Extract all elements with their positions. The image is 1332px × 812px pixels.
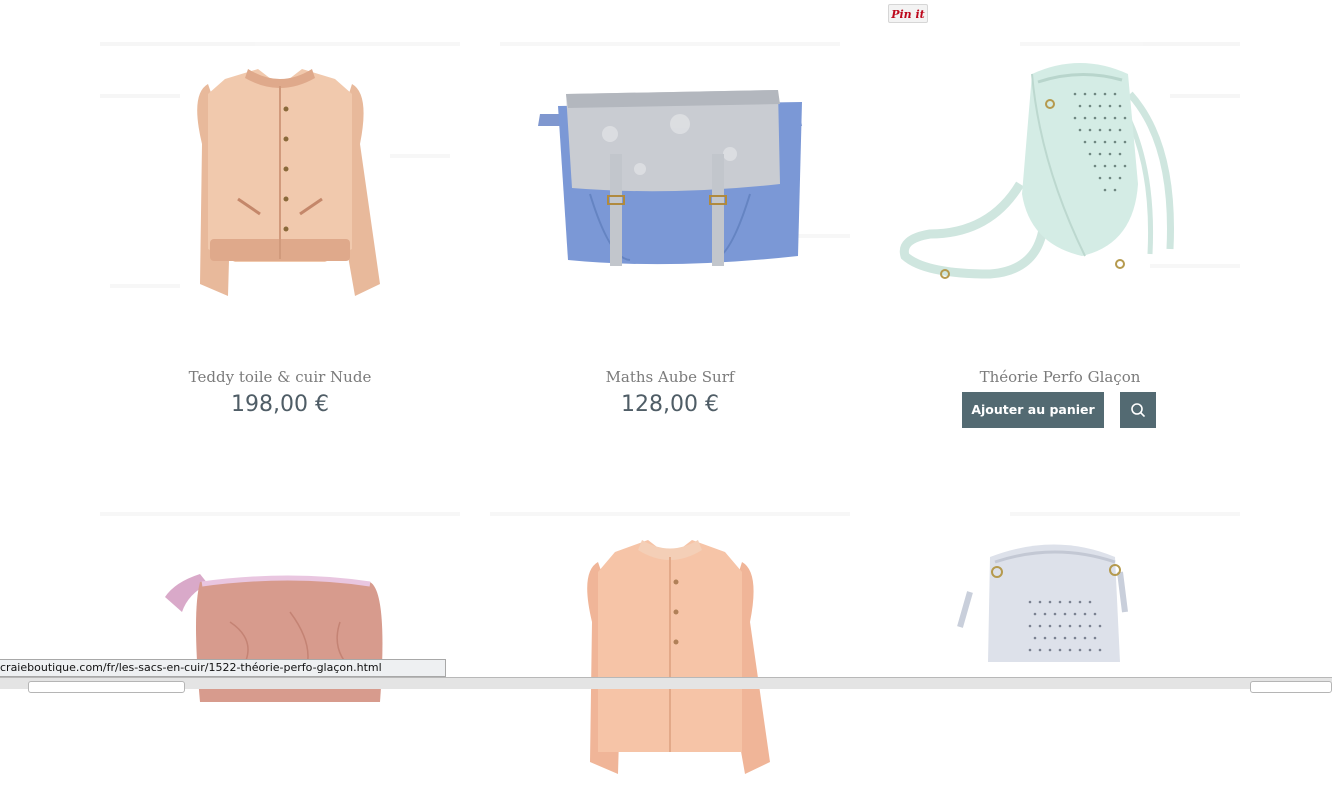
- product-price: 198,00 €: [231, 392, 329, 417]
- product-image-bucket-bag[interactable]: [870, 34, 1250, 334]
- bottom-field-right[interactable]: [1250, 681, 1332, 693]
- product-title[interactable]: Teddy toile & cuir Nude: [90, 368, 470, 386]
- add-to-cart-button[interactable]: Ajouter au panier: [962, 392, 1104, 428]
- status-bar-url: craieboutique.com/fr/les-sacs-en-cuir/15…: [0, 659, 446, 677]
- product-image-satchel[interactable]: [480, 34, 860, 334]
- pin-it-label: Pin it: [891, 8, 925, 21]
- product-image-jacket-2[interactable]: [480, 512, 860, 812]
- product-title[interactable]: Maths Aube Surf: [480, 368, 860, 386]
- pin-it-button[interactable]: Pin it: [888, 4, 928, 23]
- product-title[interactable]: Théorie Perfo Glaçon: [870, 368, 1250, 386]
- quick-view-button[interactable]: [1120, 392, 1156, 428]
- bottom-toolbar: [0, 677, 1332, 693]
- search-icon: [1131, 403, 1145, 417]
- product-image-bucket-bag-2[interactable]: [870, 512, 1250, 812]
- product-image-jacket[interactable]: [90, 34, 470, 334]
- bottom-field-left[interactable]: [28, 681, 185, 693]
- product-price: 128,00 €: [621, 392, 719, 417]
